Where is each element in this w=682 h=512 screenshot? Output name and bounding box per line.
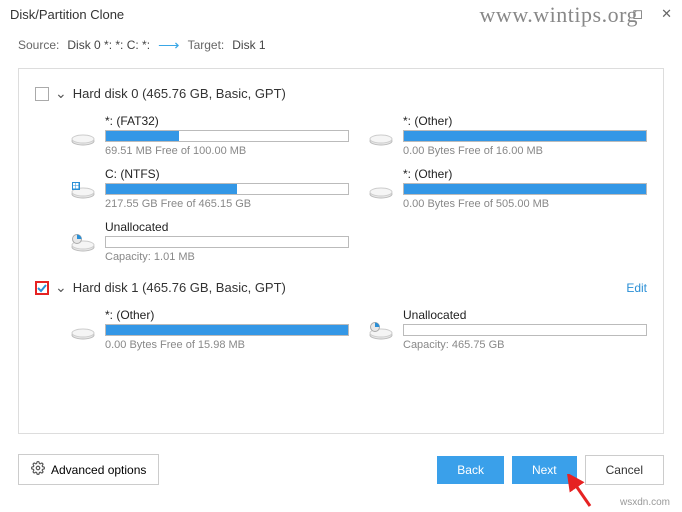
partition-item[interactable]: Unallocated Capacity: 465.75 GB: [369, 306, 647, 353]
usage-bar: [403, 183, 647, 195]
partition-label: *: (Other): [403, 167, 647, 181]
usage-bar-fill: [106, 325, 348, 335]
partition-item[interactable]: *: (Other) 0.00 Bytes Free of 16.00 MB: [369, 112, 647, 159]
usage-bar: [105, 183, 349, 195]
partition-label: Unallocated: [105, 220, 349, 234]
windrive-icon: [71, 181, 95, 199]
partition-info: *: (Other) 0.00 Bytes Free of 505.00 MB: [403, 167, 647, 210]
partition-item[interactable]: Unallocated Capacity: 1.01 MB: [71, 218, 349, 265]
usage-bar: [403, 130, 647, 142]
window-title: Disk/Partition Clone: [10, 7, 124, 22]
partition-item[interactable]: C: (NTFS) 217.55 GB Free of 465.15 GB: [71, 165, 349, 212]
partition-subtext: Capacity: 1.01 MB: [105, 251, 349, 263]
disk-header[interactable]: ⌄ Hard disk 1 (465.76 GB, Basic, GPT) Edit: [35, 275, 647, 300]
usage-bar-fill: [106, 184, 237, 194]
partition-info: C: (NTFS) 217.55 GB Free of 465.15 GB: [105, 167, 349, 210]
drive-icon: [71, 322, 95, 340]
arrow-icon: ⟶: [158, 36, 180, 54]
advanced-options-label: Advanced options: [51, 463, 146, 477]
usage-bar: [403, 324, 647, 336]
partition-label: Unallocated: [403, 308, 647, 322]
usage-bar-fill: [106, 131, 179, 141]
advanced-options-button[interactable]: Advanced options: [18, 454, 159, 485]
disk-checkbox[interactable]: [35, 87, 49, 101]
disk-checkbox[interactable]: [35, 281, 49, 295]
partition-label: *: (Other): [105, 308, 349, 322]
partition-info: Unallocated Capacity: 465.75 GB: [403, 308, 647, 351]
source-value: Disk 0 *: *: C: *:: [67, 38, 150, 52]
next-button[interactable]: Next: [512, 456, 577, 484]
usage-bar-fill: [404, 184, 646, 194]
disk-title: Hard disk 1 (465.76 GB, Basic, GPT): [73, 280, 286, 295]
usage-bar: [105, 324, 349, 336]
pie-icon: [71, 234, 95, 252]
partition-grid: *: (Other) 0.00 Bytes Free of 15.98 MB Una…: [71, 306, 647, 353]
partition-info: *: (FAT32) 69.51 MB Free of 100.00 MB: [105, 114, 349, 157]
footer-bar: Advanced options Back Next Cancel: [0, 448, 682, 491]
source-target-row: Source: Disk 0 *: *: C: *: ⟶ Target: Dis…: [0, 28, 682, 68]
partition-subtext: 0.00 Bytes Free of 505.00 MB: [403, 198, 647, 210]
usage-bar-fill: [404, 131, 646, 141]
chevron-down-icon: ⌄: [55, 85, 67, 102]
partition-label: *: (FAT32): [105, 114, 349, 128]
gear-icon: [31, 461, 45, 478]
source-label: Source:: [18, 38, 59, 52]
partition-subtext: 0.00 Bytes Free of 15.98 MB: [105, 339, 349, 351]
partition-label: C: (NTFS): [105, 167, 349, 181]
disk-header[interactable]: ⌄ Hard disk 0 (465.76 GB, Basic, GPT): [35, 81, 647, 106]
drive-icon: [71, 128, 95, 146]
close-icon[interactable]: ✕: [661, 6, 672, 22]
target-value: Disk 1: [232, 38, 265, 52]
target-label: Target:: [188, 38, 225, 52]
partition-subtext: 0.00 Bytes Free of 16.00 MB: [403, 145, 647, 157]
drive-icon: [369, 128, 393, 146]
credit-text: wsxdn.com: [620, 497, 670, 508]
partition-item[interactable]: *: (FAT32) 69.51 MB Free of 100.00 MB: [71, 112, 349, 159]
maximize-icon[interactable]: ◻: [632, 6, 643, 22]
chevron-down-icon: ⌄: [55, 279, 67, 296]
window-controls: ◻ ✕: [632, 6, 672, 22]
partition-item[interactable]: *: (Other) 0.00 Bytes Free of 15.98 MB: [71, 306, 349, 353]
partition-grid: *: (FAT32)69.51 MB Free of 100.00 MB*: (…: [71, 112, 647, 265]
edit-link[interactable]: Edit: [626, 281, 647, 295]
disk-title: Hard disk 0 (465.76 GB, Basic, GPT): [73, 86, 286, 101]
partition-subtext: 69.51 MB Free of 100.00 MB: [105, 145, 349, 157]
partition-label: *: (Other): [403, 114, 647, 128]
usage-bar: [105, 130, 349, 142]
disk-panel: ⌄ Hard disk 0 (465.76 GB, Basic, GPT) *: (…: [18, 68, 664, 434]
partition-info: *: (Other) 0.00 Bytes Free of 16.00 MB: [403, 114, 647, 157]
partition-subtext: 217.55 GB Free of 465.15 GB: [105, 198, 349, 210]
back-button[interactable]: Back: [437, 456, 504, 484]
partition-info: Unallocated Capacity: 1.01 MB: [105, 220, 349, 263]
partition-item[interactable]: *: (Other) 0.00 Bytes Free of 505.00 MB: [369, 165, 647, 212]
partition-info: *: (Other) 0.00 Bytes Free of 15.98 MB: [105, 308, 349, 351]
usage-bar: [105, 236, 349, 248]
pie-icon: [369, 322, 393, 340]
drive-icon: [369, 181, 393, 199]
cancel-button[interactable]: Cancel: [585, 455, 664, 485]
titlebar: Disk/Partition Clone ◻ ✕: [0, 0, 682, 28]
partition-subtext: Capacity: 465.75 GB: [403, 339, 647, 351]
